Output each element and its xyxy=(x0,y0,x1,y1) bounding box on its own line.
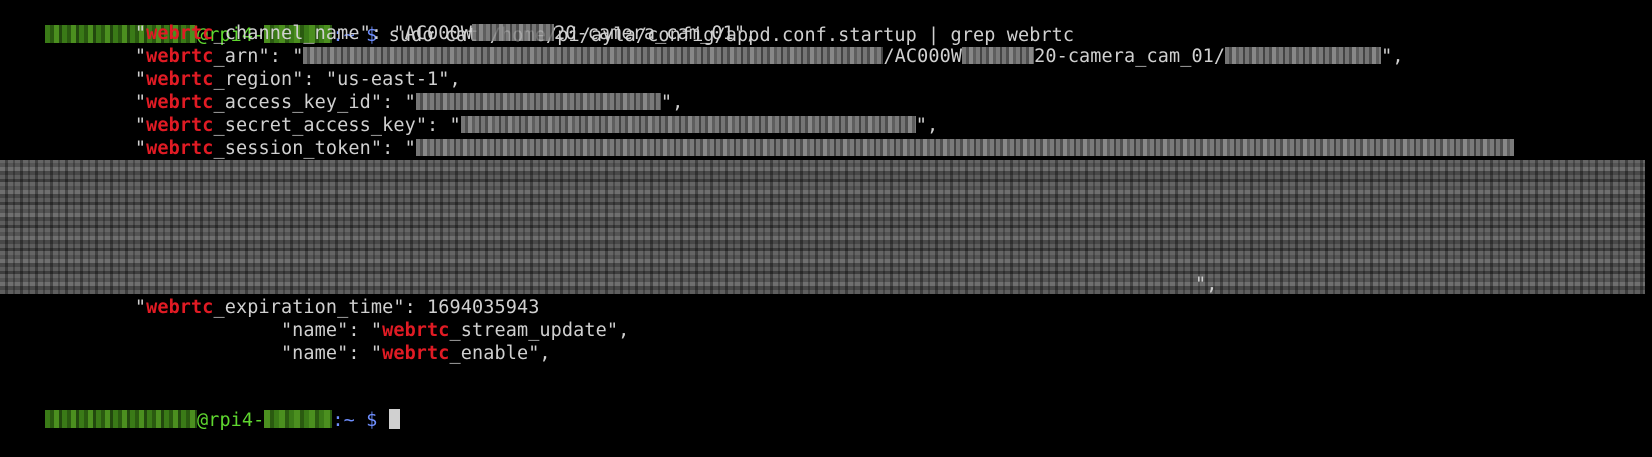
indent: "name": " xyxy=(0,343,383,364)
redacted-value xyxy=(962,47,1035,64)
line-text: _session_token": " xyxy=(213,138,416,159)
prompt-host: rpi4- xyxy=(208,410,265,431)
indent: " xyxy=(0,138,147,159)
grep-match: webrtc xyxy=(146,69,214,90)
output-channel-name: "webrtc_channel_name": "AC000W 20-camera_… xyxy=(0,22,756,46)
command-line: @rpi4-:~ $ sudo cat /home/pi/ayla/config… xyxy=(0,0,1074,46)
redacted-session-token-block xyxy=(0,160,1645,294)
indent: " xyxy=(0,297,147,318)
indent: " xyxy=(0,69,147,90)
grep-match: webrtc xyxy=(146,138,214,159)
line-middle: /AC000W xyxy=(883,46,963,67)
line-text: _enable", xyxy=(449,343,551,364)
line-text: _stream_update", xyxy=(449,320,630,341)
output-region: "webrtc_region": "us-east-1", xyxy=(0,68,461,92)
line-tail: 20-camera_cam_01", xyxy=(554,23,757,44)
indent: " xyxy=(0,115,147,136)
output-session-token: "webrtc_session_token": " xyxy=(0,137,1514,161)
line-text: _expiration_time": 1694035943 xyxy=(213,297,540,318)
grep-match: webrtc xyxy=(382,320,450,341)
block-cursor-icon[interactable] xyxy=(388,409,400,429)
session-token-tail: ", xyxy=(1195,273,1217,297)
grep-match: webrtc xyxy=(146,46,214,67)
prompt-symbol: $ xyxy=(366,410,378,431)
output-name-enable: "name": "webrtc_enable", xyxy=(0,342,551,366)
terminal-window[interactable]: @rpi4-:~ $ sudo cat /home/pi/ayla/config… xyxy=(0,0,1652,431)
indent: "name": " xyxy=(0,320,383,341)
output-name-stream-update: "name": "webrtc_stream_update", xyxy=(0,319,629,343)
redacted-username xyxy=(44,410,197,428)
grep-match: webrtc xyxy=(146,23,214,44)
indent: " xyxy=(0,46,147,67)
line-tail: ", xyxy=(660,92,684,113)
prompt-line[interactable]: @rpi4- :~ $ xyxy=(0,385,400,431)
redacted-hostname xyxy=(264,410,333,428)
indent: " xyxy=(0,92,147,113)
grep-match: webrtc xyxy=(382,343,450,364)
line-tail: ", xyxy=(1381,46,1404,67)
redacted-value xyxy=(303,47,884,64)
line-tail: 20-camera_cam_01/ xyxy=(1034,46,1226,67)
grep-match: webrtc xyxy=(146,297,214,318)
grep-match: webrtc xyxy=(146,92,214,113)
line-tail: ", xyxy=(915,115,939,136)
redacted-value xyxy=(460,116,916,133)
redacted-value xyxy=(472,24,555,41)
output-expiration-time: "webrtc_expiration_time": 1694035943 xyxy=(0,296,539,320)
prompt-path: :~ xyxy=(332,410,355,431)
output-access-key-id: "webrtc_access_key_id": " ", xyxy=(0,91,683,115)
redacted-value xyxy=(415,93,661,110)
redacted-value xyxy=(415,139,1514,156)
line-text: _access_key_id": " xyxy=(213,92,416,113)
grep-match: webrtc xyxy=(146,115,214,136)
output-secret-access-key: "webrtc_secret_access_key": " ", xyxy=(0,114,938,138)
output-arn: "webrtc_arn": " /AC000W 20-camera_cam_01/ "… xyxy=(0,45,1404,69)
line-text: _secret_access_key": " xyxy=(213,115,461,136)
redacted-value xyxy=(1225,47,1382,64)
line-text: _arn": " xyxy=(213,46,304,67)
line-text: _channel_name": "AC000W xyxy=(213,23,473,44)
prompt-at: @ xyxy=(196,410,209,431)
line-tail: ", xyxy=(1195,274,1218,295)
line-text: _region": "us-east-1", xyxy=(213,69,461,90)
indent: " xyxy=(0,23,147,44)
